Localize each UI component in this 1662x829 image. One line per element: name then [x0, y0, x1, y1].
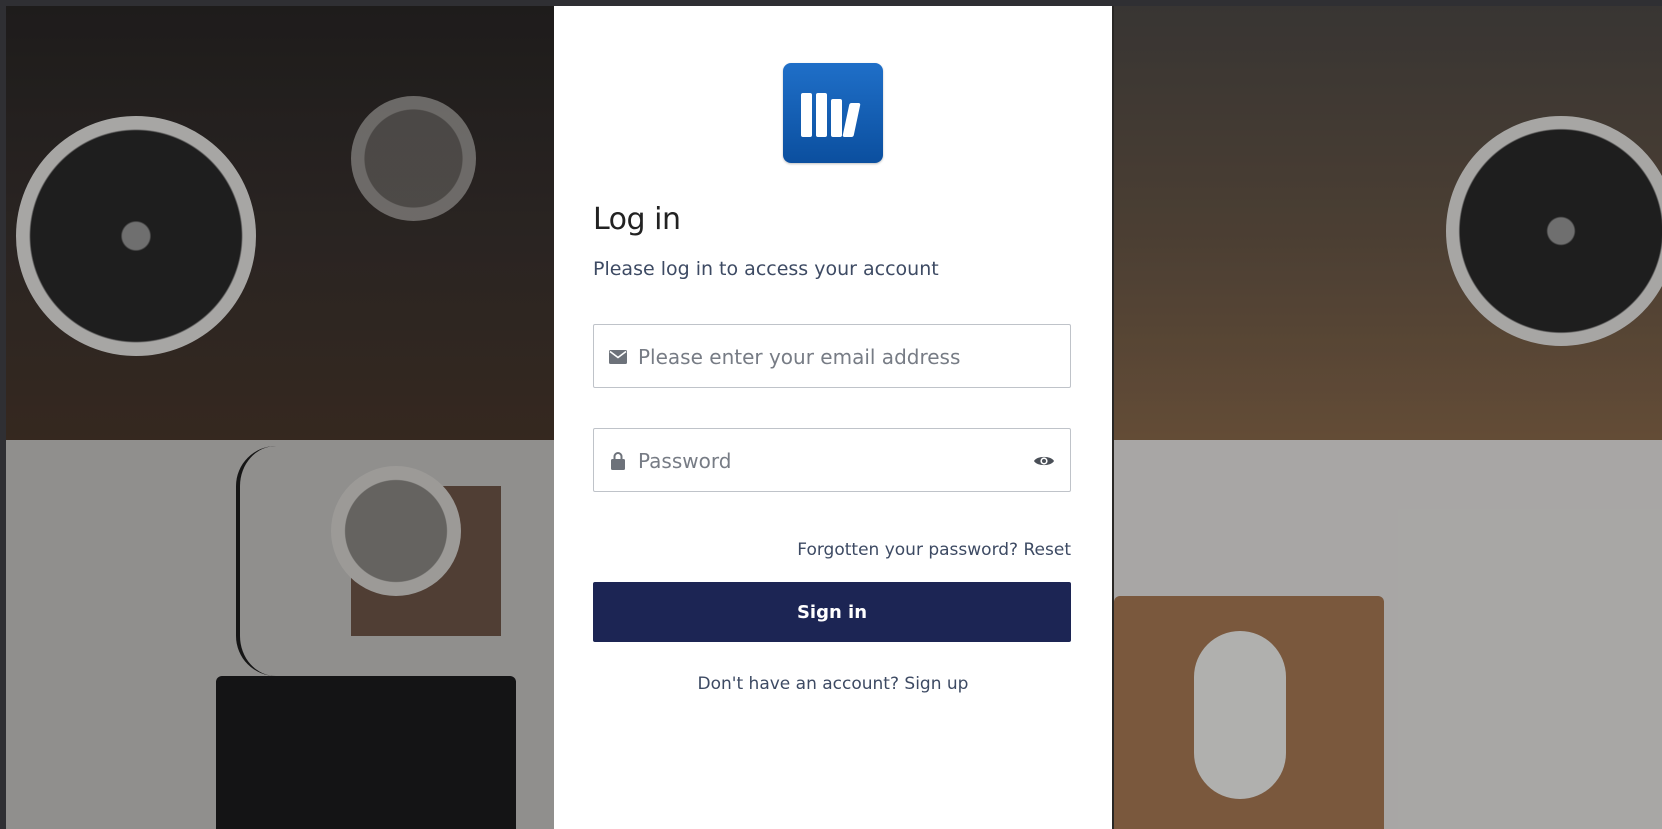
signup-text: Don't have an account?	[697, 674, 899, 694]
signup-row: Don't have an account? Sign up	[554, 674, 1112, 694]
lock-icon	[608, 451, 628, 471]
password-field	[593, 428, 1071, 493]
password-input[interactable]	[636, 429, 1020, 493]
books-logo-icon	[783, 63, 883, 163]
page-title: Log in	[593, 202, 681, 237]
login-page: Log in Please log in to access your acco…	[0, 0, 1662, 829]
envelope-icon	[608, 347, 628, 367]
logo-book-4	[842, 103, 861, 137]
email-input[interactable]	[636, 325, 1020, 389]
logo-book-3	[831, 99, 842, 137]
forgot-password-text: Forgotten your password?	[797, 540, 1019, 560]
sign-in-button[interactable]: Sign in	[593, 582, 1071, 642]
email-field	[593, 324, 1071, 389]
reset-password-link[interactable]: Reset	[1024, 540, 1072, 560]
sign-up-link[interactable]: Sign up	[904, 674, 968, 694]
logo-book-2	[816, 93, 827, 137]
eye-icon[interactable]	[1032, 449, 1056, 473]
logo-book-1	[801, 93, 812, 137]
page-subtitle: Please log in to access your account	[593, 258, 939, 280]
forgot-password-row: Forgotten your password? Reset	[797, 540, 1071, 560]
login-panel: Log in Please log in to access your acco…	[554, 6, 1112, 829]
